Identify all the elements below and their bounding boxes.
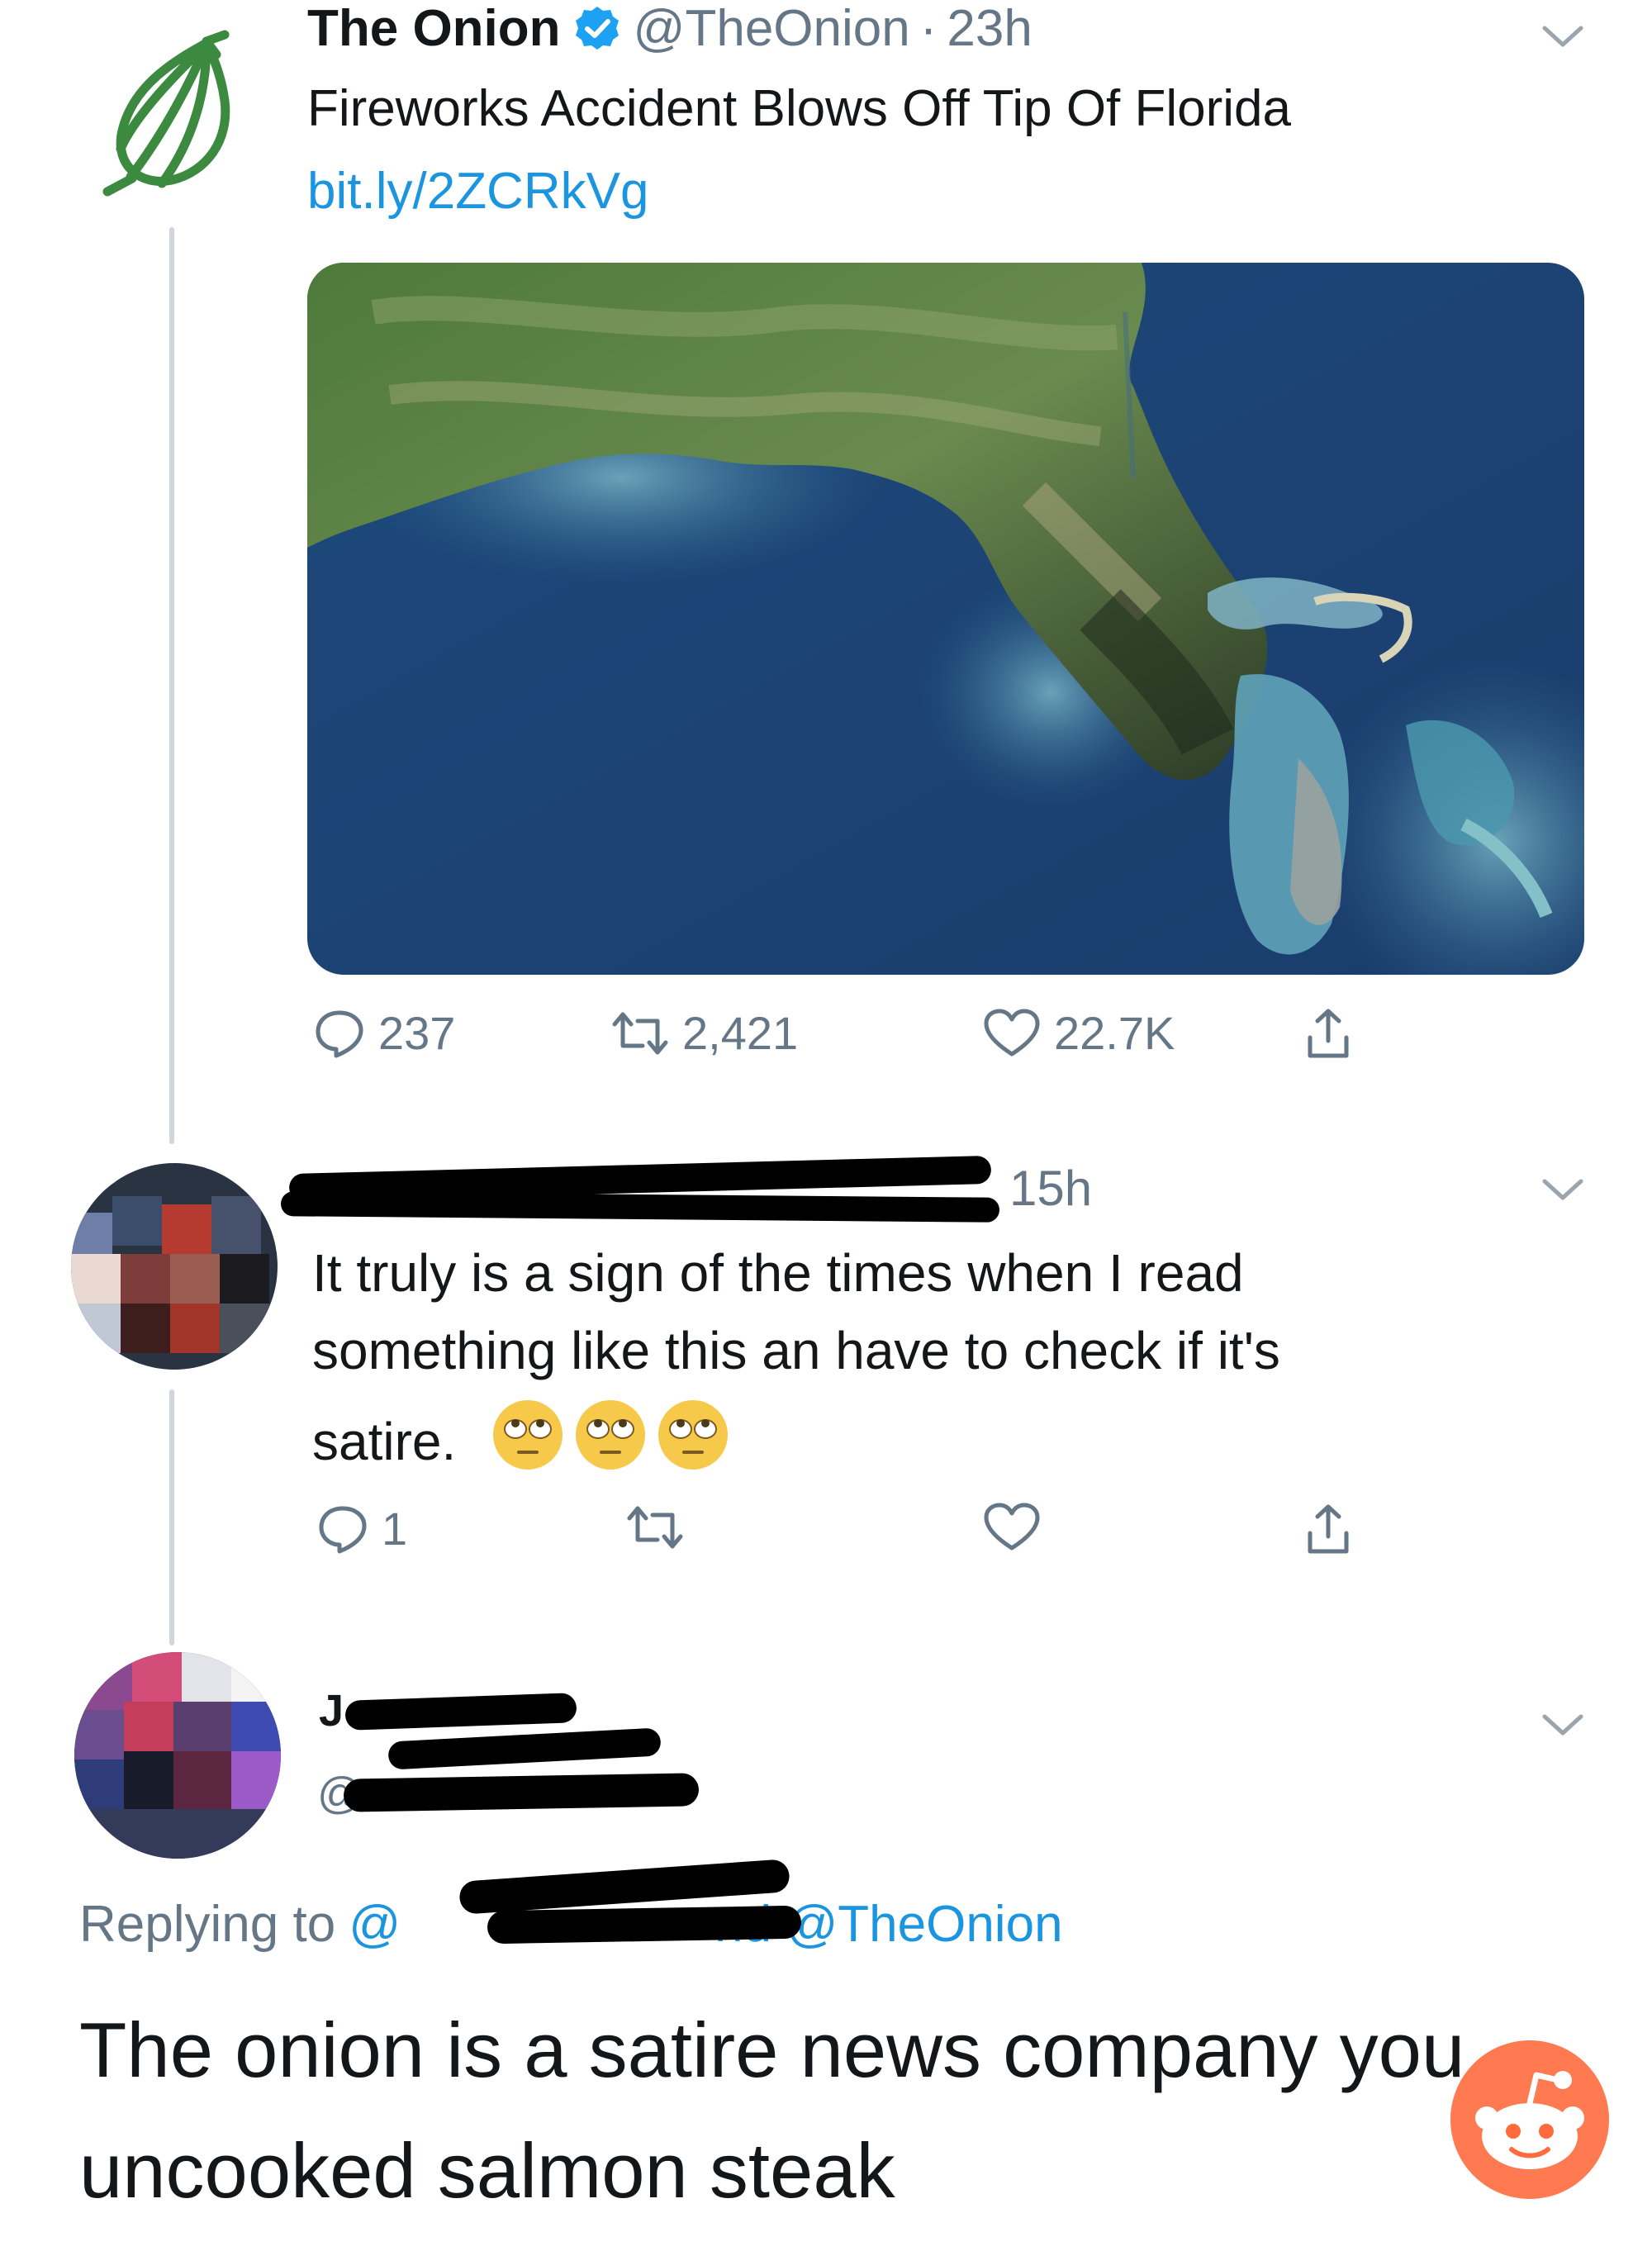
retweet-button[interactable] [626,1502,684,1553]
like-button[interactable]: 22.7K [983,1006,1175,1060]
tweet-text-end: satire. [312,1411,457,1471]
share-icon [1303,1502,1353,1556]
retweet-count: 2,421 [682,1007,799,1059]
retweet-icon [611,1008,669,1059]
tweet-text-line: The onion is a satire news company you [79,2006,1465,2093]
tweet-text-line: uncooked salmon steak [79,2127,895,2214]
redacted-name-scribble [387,1727,662,1770]
tweet-text-line: something like this an have to check if … [312,1321,1280,1380]
tweet-text-line: satire. [312,1398,730,1484]
tweet-text-line: It truly is a sign of the times when I r… [312,1243,1244,1303]
redacted-handle-scribble [487,1905,802,1945]
share-button[interactable] [1303,1006,1353,1061]
author-name[interactable]: J [319,1685,344,1736]
author-handle[interactable]: @TheOnion [634,0,910,58]
onion-logo-icon[interactable] [83,25,248,198]
time-separator: · [919,0,938,57]
thread-line [169,1389,174,1646]
like-button[interactable] [983,1502,1041,1553]
redacted-name-scribble [280,1191,1000,1223]
replying-handle[interactable]: @ [349,1895,401,1954]
share-button[interactable] [1303,1502,1353,1556]
rolling-eyes-emoji-icon [656,1398,730,1484]
reply-count: 237 [378,1007,456,1059]
tweet-time[interactable]: 23h [947,0,1032,58]
retweet-button[interactable]: 2,421 [611,1006,798,1060]
retweet-icon [626,1502,684,1553]
florida-map [307,263,1584,975]
tweet-image[interactable] [307,263,1584,975]
tweet-time[interactable]: 15h [1009,1160,1092,1217]
author-name[interactable]: The Onion [307,0,561,58]
reply-count: 1 [382,1503,408,1555]
like-icon [983,1008,1041,1059]
chevron-down-icon[interactable] [1538,1708,1588,1745]
rolling-eyes-emoji-icon [491,1398,565,1484]
avatar[interactable] [71,1163,278,1370]
verified-badge-icon [574,5,620,51]
replying-prefix: Replying to [79,1896,336,1953]
reddit-snoo-icon [1449,2039,1611,2201]
reply-button[interactable]: 1 [317,1502,407,1555]
tweet-link[interactable]: bit.ly/2ZCRkVg [307,162,648,221]
tweet-header: The Onion @TheOnion · 23h [307,0,1032,61]
share-icon [1303,1006,1353,1061]
like-icon [983,1502,1041,1553]
chevron-down-icon[interactable] [1538,1173,1588,1210]
chevron-down-icon[interactable] [1538,20,1588,57]
reply-button[interactable]: 237 [314,1006,455,1060]
redacted-handle [343,1773,700,1812]
like-count: 22.7K [1054,1007,1175,1059]
avatar[interactable] [74,1652,281,1859]
tweet-text: Fireworks Accident Blows Off Tip Of Flor… [307,80,1292,137]
thread-line [169,227,174,1144]
reply-icon [317,1503,368,1555]
redacted-name [344,1693,577,1731]
reply-icon [314,1008,365,1059]
rolling-eyes-emoji-icon [573,1398,648,1484]
